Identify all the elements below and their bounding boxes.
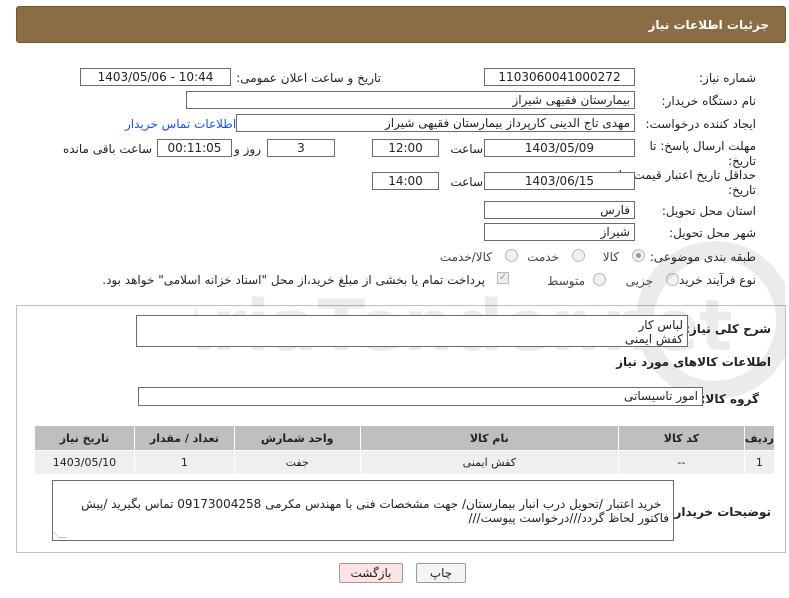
category-goods-radio[interactable] bbox=[632, 249, 645, 262]
reply-deadline-label-line2: تاریخ: bbox=[728, 154, 756, 168]
col-name-header: نام کالا bbox=[359, 425, 620, 451]
need-number-field: 1103060041000272 bbox=[484, 68, 635, 86]
process-medium-label: متوسط bbox=[547, 274, 585, 288]
col-unit-header: واحد شمارش bbox=[233, 425, 361, 451]
cell-qty: 1 bbox=[133, 450, 235, 475]
delivery-province-field: فارس bbox=[484, 201, 635, 219]
delivery-city-field: شیراز bbox=[484, 223, 635, 241]
description-textarea[interactable]: لباس کار کفش ایمنی bbox=[136, 315, 688, 347]
requester-label: ایجاد کننده درخواست: bbox=[645, 117, 756, 131]
price-validity-label: حداقل تاریخ اعتبار قیمت: تا تاریخ: bbox=[619, 168, 756, 198]
buyer-org-field: بیمارستان فقیهی شیراز bbox=[186, 91, 635, 109]
cell-unit: جفت bbox=[233, 450, 361, 475]
goods-table: ردیف کد کالا نام کالا واحد شمارش تعداد /… bbox=[34, 425, 776, 475]
reply-deadline-date-field: 1403/05/09 bbox=[484, 139, 635, 157]
delivery-city-label: شهر محل تحویل: bbox=[669, 226, 756, 240]
remaining-time-field: 00:11:05 bbox=[157, 139, 232, 157]
announce-datetime-field: 1403/05/06 - 10:44 bbox=[80, 68, 231, 86]
cell-code: -- bbox=[618, 450, 745, 475]
announce-datetime-label: تاریخ و ساعت اعلان عمومی: bbox=[236, 71, 381, 85]
category-goods-service-radio[interactable] bbox=[505, 249, 518, 262]
process-minor-radio[interactable] bbox=[666, 273, 679, 286]
page-header: جزئیات اطلاعات نیاز bbox=[16, 6, 786, 43]
need-number-label: شماره نیاز: bbox=[699, 71, 756, 85]
goods-info-title: اطلاعات کالاهای مورد نیاز bbox=[616, 355, 771, 369]
category-service-radio[interactable] bbox=[572, 249, 585, 262]
reply-deadline-time-field: 12:00 bbox=[372, 139, 439, 157]
back-button[interactable]: بازگشت bbox=[339, 563, 403, 583]
remaining-days-label: روز و bbox=[234, 142, 261, 156]
category-goods-label: کالا bbox=[602, 250, 619, 264]
page-title: جزئیات اطلاعات نیاز bbox=[648, 18, 769, 32]
cell-date: 1403/05/10 bbox=[34, 450, 135, 475]
process-minor-label: جزیی bbox=[625, 274, 653, 288]
goods-group-field: امور تاسیساتی bbox=[138, 387, 703, 406]
reply-deadline-label-line1: مهلت ارسال پاسخ: تا bbox=[649, 139, 756, 153]
col-row-header: ردیف bbox=[743, 425, 776, 451]
purchase-process-label: نوع فرآیند خرید : bbox=[671, 273, 756, 287]
treasury-payment-note: پرداخت تمام یا بخشی از مبلغ خرید،از محل … bbox=[102, 273, 485, 287]
remaining-days-field: 3 bbox=[267, 139, 335, 157]
price-validity-date-field: 1403/06/15 bbox=[484, 172, 635, 190]
category-goods-service-label: کالا/خدمت bbox=[439, 250, 492, 264]
buyer-notes-text: خرید اعتبار /تحویل درب انبار بیمارستان/ … bbox=[77, 497, 669, 525]
price-validity-label-line2: تاریخ: bbox=[728, 183, 756, 197]
col-date-header: تاریخ نیاز bbox=[34, 425, 135, 451]
buyer-notes-textarea[interactable]: خرید اعتبار /تحویل درب انبار بیمارستان/ … bbox=[52, 480, 674, 541]
buyer-contact-link[interactable]: اطلاعات تماس خریدار bbox=[125, 117, 236, 132]
remaining-time-label: ساعت باقی مانده bbox=[62, 142, 152, 156]
description-label: شرح کلی نیاز: bbox=[685, 322, 771, 336]
category-service-label: خدمت bbox=[527, 250, 559, 264]
delivery-province-label: استان محل تحویل: bbox=[661, 204, 756, 218]
col-qty-header: تعداد / مقدار bbox=[133, 425, 235, 451]
price-validity-time-field: 14:00 bbox=[372, 172, 439, 190]
buyer-org-label: نام دستگاه خریدار: bbox=[661, 94, 757, 108]
treasury-payment-checkbox[interactable]: ✓ bbox=[497, 272, 509, 284]
process-medium-radio[interactable] bbox=[593, 273, 606, 286]
goods-group-label: گروه کالا: bbox=[700, 392, 759, 406]
category-label: طبقه بندی موضوعی: bbox=[649, 250, 756, 264]
requester-field: مهدی تاج الدینی کارپرداز بیمارستان فقیهی… bbox=[236, 114, 635, 132]
resize-grip-icon bbox=[53, 530, 67, 538]
price-validity-label-line1: حداقل تاریخ اعتبار قیمت: تا bbox=[618, 168, 756, 182]
cell-name: کفش ایمنی bbox=[359, 450, 620, 475]
col-code-header: کد کالا bbox=[618, 425, 745, 451]
cell-row: 1 bbox=[743, 450, 776, 475]
goods-table-header: ردیف کد کالا نام کالا واحد شمارش تعداد /… bbox=[34, 425, 776, 451]
reply-deadline-time-label: ساعت bbox=[450, 142, 483, 156]
reply-deadline-label: مهلت ارسال پاسخ: تا تاریخ: bbox=[649, 139, 756, 169]
price-validity-time-label: ساعت bbox=[450, 175, 483, 189]
print-button[interactable]: چاپ bbox=[416, 563, 466, 583]
table-row: 1 -- کفش ایمنی جفت 1 1403/05/10 bbox=[34, 450, 776, 475]
buyer-notes-label: توضیحات خریدار: bbox=[669, 505, 771, 519]
